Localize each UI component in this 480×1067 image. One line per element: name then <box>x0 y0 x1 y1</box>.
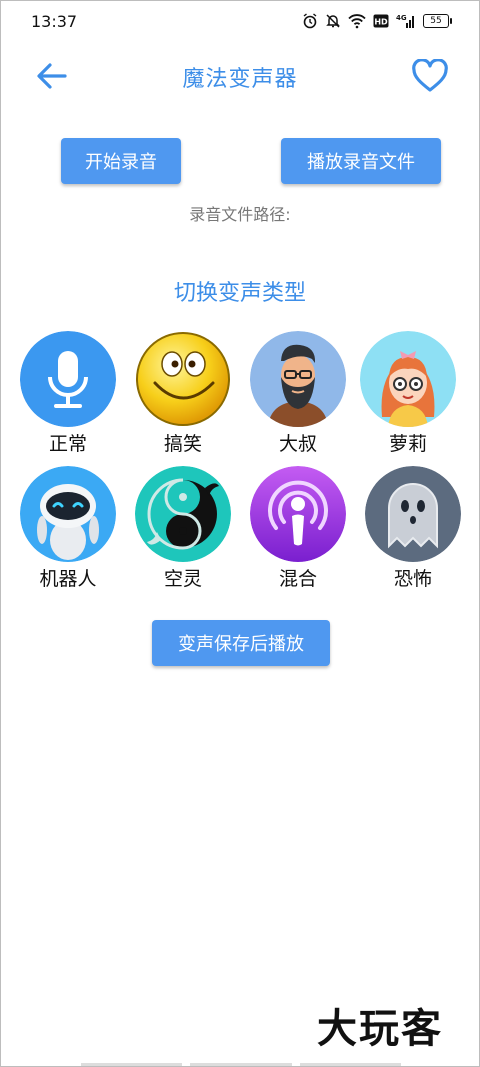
ghost-icon <box>365 466 461 562</box>
svg-text:4G: 4G <box>396 14 407 22</box>
voice-label: 搞笑 <box>163 433 202 455</box>
battery-level: 55 <box>430 16 442 26</box>
play-record-button[interactable]: 播放录音文件 <box>281 138 441 184</box>
voice-girl[interactable]: 萝莉 <box>353 331 463 461</box>
voice-ethereal[interactable]: 空灵 <box>128 466 238 596</box>
gesture-segment <box>81 1063 183 1066</box>
girl-icon <box>360 331 456 427</box>
voice-normal[interactable]: 正常 <box>13 331 123 461</box>
yin-yang-fish-icon <box>135 466 231 562</box>
voice-mix[interactable]: 混合 <box>243 466 353 596</box>
watermark-logo: 大玩客 <box>317 1005 443 1052</box>
voice-uncle[interactable]: 大叔 <box>243 331 353 461</box>
heart-icon[interactable] <box>411 59 449 93</box>
alarm-icon <box>303 13 317 29</box>
gesture-bar <box>81 1063 401 1066</box>
voice-label: 正常 <box>48 433 87 455</box>
voice-label: 萝莉 <box>388 433 427 455</box>
signal-icon: 4G <box>396 14 414 28</box>
page-title: 魔法变声器 <box>182 67 298 92</box>
laughing-emoji-icon <box>135 331 231 427</box>
save-and-play-button[interactable]: 变声保存后播放 <box>152 620 330 666</box>
voice-label: 大叔 <box>278 433 317 455</box>
voice-label: 机器人 <box>39 568 97 590</box>
voice-funny[interactable]: 搞笑 <box>128 331 238 461</box>
app-bar: 魔法变声器 <box>1 49 479 103</box>
robot-icon <box>20 466 116 562</box>
hd-icon: HD <box>373 14 389 28</box>
start-record-button[interactable]: 开始录音 <box>61 138 181 184</box>
voice-horror[interactable]: 恐怖 <box>358 466 468 596</box>
podcast-icon <box>250 466 346 562</box>
gesture-segment <box>190 1063 292 1066</box>
voice-label: 恐怖 <box>393 568 432 590</box>
svg-text:HD: HD <box>374 18 388 27</box>
mute-bell-icon <box>326 14 340 28</box>
battery-icon: 55 <box>423 14 452 28</box>
voice-label: 空灵 <box>163 568 202 590</box>
status-icons: HD 4G 55 <box>302 13 452 29</box>
microphone-icon <box>20 331 116 427</box>
voice-label: 混合 <box>278 568 317 590</box>
status-time: 13:37 <box>31 11 78 31</box>
wifi-icon <box>348 14 366 29</box>
bearded-man-icon <box>250 331 346 427</box>
status-bar: 13:37 HD 4G 55 <box>1 1 479 41</box>
record-path-label: 录音文件路径: <box>189 205 291 224</box>
gesture-segment <box>299 1063 401 1066</box>
voice-type-title: 切换变声类型 <box>173 281 306 306</box>
voice-robot[interactable]: 机器人 <box>13 466 123 596</box>
